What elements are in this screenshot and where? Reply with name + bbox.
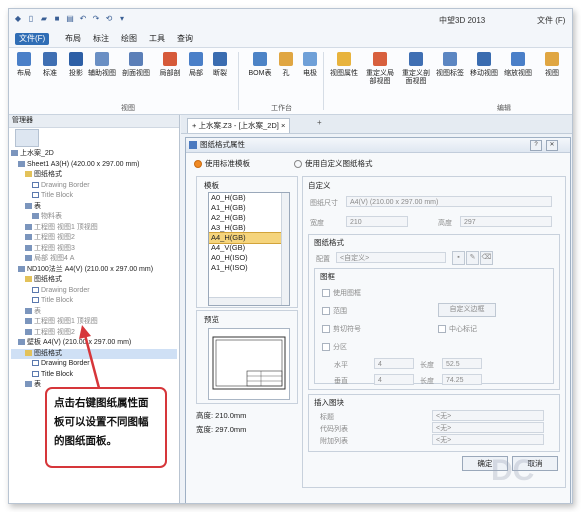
attach-list-select[interactable]: <无> bbox=[432, 434, 544, 445]
sheet-width-text: 宽度: 297.0mm bbox=[196, 425, 247, 434]
horizontal-length-label: 长度 bbox=[420, 362, 434, 369]
attach-list-label: 附加列表 bbox=[320, 438, 348, 445]
template-item[interactable]: A0_H(GB) bbox=[209, 193, 289, 203]
zones-checkbox[interactable]: 分区 bbox=[322, 342, 347, 352]
watermark-logo: DC bbox=[491, 454, 535, 487]
vertical-length-label: 长度 bbox=[420, 378, 434, 385]
horizontal-count-field[interactable]: 4 bbox=[374, 358, 414, 369]
custom-border-button[interactable]: 自定义边框 bbox=[438, 303, 496, 317]
sheet-preview bbox=[208, 328, 290, 400]
radio-custom-format[interactable]: 使用自定义图纸格式 bbox=[294, 158, 373, 169]
new-tab-button[interactable]: + bbox=[317, 118, 322, 127]
sheet-preview-drawing bbox=[212, 336, 286, 390]
document-tabs: + 上水案.Z3 - [上水案_2D] × + bbox=[181, 115, 572, 134]
template-list[interactable]: A0_H(GB) A1_H(GB) A2_H(GB) A3_H(GB) A4_H… bbox=[208, 192, 290, 306]
horizontal-length-field[interactable]: 52.5 bbox=[442, 358, 482, 369]
vertical-label: 垂直 bbox=[334, 378, 348, 385]
height-label: 高度 bbox=[438, 220, 452, 227]
dialog-title-bar: 图纸格式属性 ? ✕ bbox=[186, 138, 570, 153]
radio-off-icon bbox=[294, 160, 302, 169]
template-scrollbar[interactable] bbox=[281, 193, 289, 305]
use-frame-checkbox[interactable]: 使用图框 bbox=[322, 288, 361, 298]
edit-config-icon[interactable]: ✎ bbox=[466, 251, 479, 265]
preview-label: 预览 bbox=[204, 315, 219, 324]
vertical-length-field[interactable]: 74.25 bbox=[442, 374, 482, 385]
template-item-selected[interactable]: A4_H(GB) bbox=[209, 232, 289, 244]
width-field[interactable]: 210 bbox=[346, 216, 408, 227]
template-item[interactable]: A4_V(GB) bbox=[209, 243, 289, 253]
insert-block-label: 插入图块 bbox=[314, 398, 344, 407]
height-field[interactable]: 297 bbox=[460, 216, 552, 227]
code-list-select[interactable]: <无> bbox=[432, 422, 544, 433]
config-select[interactable]: <自定义> bbox=[336, 252, 446, 263]
radio-standard-template[interactable]: 使用标准模板 bbox=[194, 158, 250, 169]
cut-marks-checkbox[interactable]: 剪切符号 bbox=[322, 324, 361, 334]
template-item[interactable]: A3_H(GB) bbox=[209, 223, 289, 233]
document-tab[interactable]: + 上水案.Z3 - [上水案_2D] × bbox=[187, 118, 291, 133]
custom-label: 自定义 bbox=[308, 181, 331, 190]
paper-size-label: 图纸尺寸 bbox=[310, 200, 338, 207]
app-window: ◆ ▯ ▰ ■ ▤ ↶ ↷ ⟲ ▾ 中望3D 2013 文件 (F) 文件(F)… bbox=[8, 8, 573, 504]
title-block-select[interactable]: <无> bbox=[432, 410, 544, 421]
template-hscrollbar[interactable] bbox=[209, 297, 281, 305]
paper-size-select[interactable]: A4(V) (210.00 x 297.00 mm) bbox=[346, 196, 552, 207]
dialog-title: 图纸格式属性 bbox=[200, 140, 245, 149]
sheet-height-text: 高度: 210.0mm bbox=[196, 411, 247, 420]
frame-label: 图框 bbox=[320, 272, 335, 281]
template-item[interactable]: A1_H(GB) bbox=[209, 203, 289, 213]
title-block-label: 标题 bbox=[320, 414, 334, 421]
dialog-icon bbox=[189, 141, 197, 149]
template-label: 模板 bbox=[204, 181, 219, 190]
template-item[interactable]: A2_H(GB) bbox=[209, 213, 289, 223]
horizontal-label: 水平 bbox=[334, 362, 348, 369]
save-config-icon[interactable]: ▪ bbox=[452, 251, 465, 265]
format-label: 图纸格式 bbox=[314, 238, 344, 247]
delete-config-icon[interactable]: ⌫ bbox=[480, 251, 493, 265]
template-item[interactable]: A1_H(ISO) bbox=[209, 263, 289, 273]
config-label: 配置 bbox=[316, 256, 330, 263]
close-icon[interactable]: ✕ bbox=[546, 140, 558, 151]
radio-on-icon bbox=[194, 160, 202, 169]
center-mark-checkbox[interactable]: 中心标记 bbox=[438, 324, 477, 334]
help-button[interactable]: ? bbox=[530, 140, 542, 151]
width-label: 宽度 bbox=[310, 220, 324, 227]
range-checkbox[interactable]: 范围 bbox=[322, 306, 347, 316]
code-list-label: 代码列表 bbox=[320, 426, 348, 433]
template-item[interactable]: A0_H(ISO) bbox=[209, 253, 289, 263]
vertical-count-field[interactable]: 4 bbox=[374, 374, 414, 385]
sheet-format-dialog: 图纸格式属性 ? ✕ 使用标准模板 使用自定义图纸格式 模板 A0_H(GB) … bbox=[185, 137, 571, 503]
